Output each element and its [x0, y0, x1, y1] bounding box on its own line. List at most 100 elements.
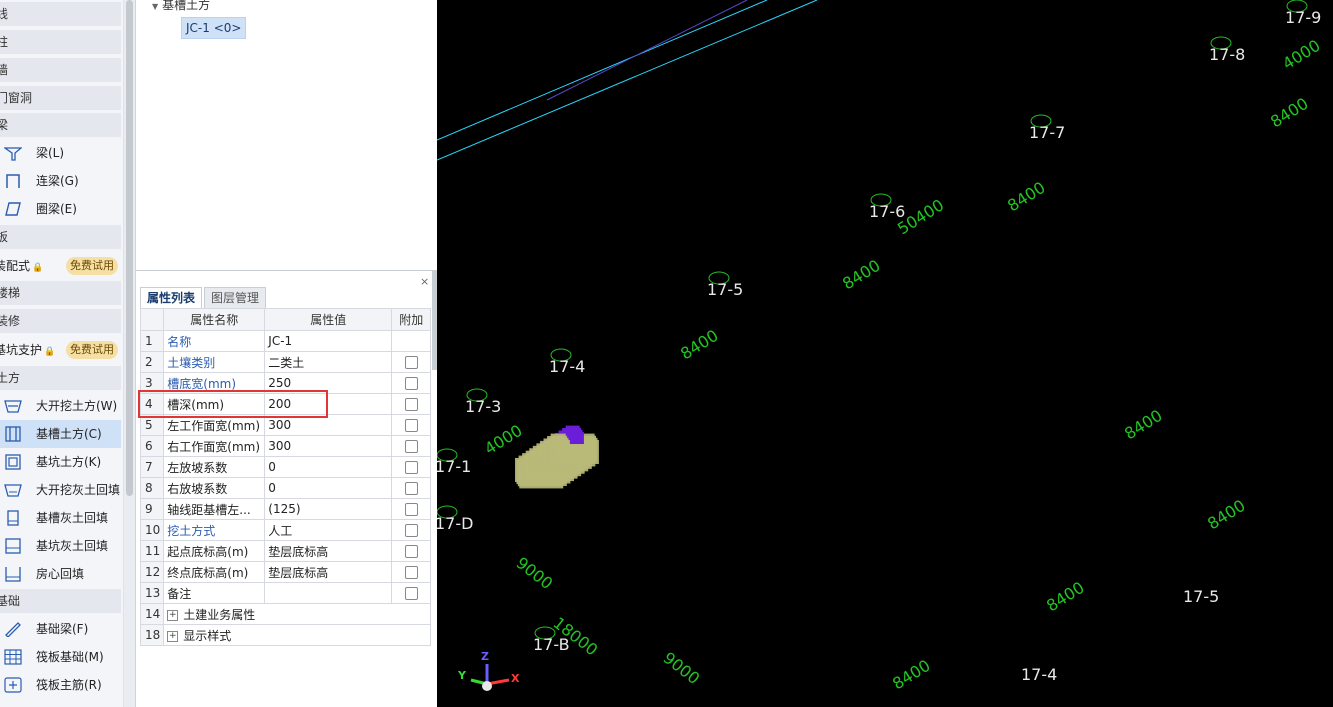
axis-label: 17-3 [465, 397, 501, 416]
tool-pit-backfill[interactable]: 基坑灰土回填 [0, 532, 121, 560]
tool-link-beam[interactable]: 连梁(G) [0, 167, 121, 195]
property-value[interactable]: (125) [264, 498, 393, 520]
section-label: 墙 [0, 63, 9, 77]
table-row[interactable]: 8 右放坡系数 0 [139, 477, 432, 499]
extra-checkbox[interactable] [404, 398, 418, 411]
tool-open-excavation[interactable]: 大开挖土方(W) [0, 392, 121, 420]
property-value[interactable]: 0 [264, 477, 393, 499]
table-row[interactable]: 14 + 土建业务属性 [139, 603, 432, 625]
property-value[interactable]: 0 [264, 456, 393, 478]
tool-trench-earthwork[interactable]: 基槽土方(C) [0, 420, 121, 448]
tool-label: 装配式 🔒 [0, 252, 43, 280]
row-number: 10 [139, 519, 165, 541]
table-row[interactable]: 12 终点底标高(m) 垫层底标高 [139, 561, 432, 583]
property-value[interactable]: 300 [264, 435, 393, 457]
property-value[interactable]: 垫层底标高 [264, 561, 393, 583]
row-number: 2 [139, 351, 165, 373]
beam-icon [4, 147, 22, 161]
free-trial-badge[interactable]: 免费试用 [66, 257, 118, 275]
table-row[interactable]: 9 轴线距基槽左... (125) [139, 498, 432, 520]
tool-beam[interactable]: 梁(L) [0, 139, 121, 167]
column-header-extra: 附加 [391, 308, 432, 331]
table-row[interactable]: 13 备注 [139, 582, 432, 604]
table-row[interactable]: 7 左放坡系数 0 [139, 456, 432, 478]
tool-room-backfill[interactable]: 房心回填 [0, 560, 121, 588]
extra-checkbox[interactable] [404, 377, 418, 390]
property-value[interactable]: 人工 [264, 519, 393, 541]
extra-checkbox[interactable] [404, 482, 418, 495]
expand-icon[interactable]: + [167, 630, 179, 642]
dimension-label: 8400 [1204, 496, 1249, 534]
tree-node-parent[interactable]: ▼ 基槽土方 [152, 0, 210, 13]
group-row[interactable]: + 土建业务属性 [163, 603, 432, 625]
dimension-label: 8400 [839, 256, 884, 294]
expand-icon[interactable]: + [167, 609, 179, 621]
3d-viewport[interactable]: 17-9 17-8 17-7 17-6 17-5 17-4 17-3 17-1 17-D 17-B… [437, 0, 1333, 707]
table-row[interactable]: 2 土壤类别 二类土 [139, 351, 432, 373]
extra-cell [391, 330, 432, 352]
group-row[interactable]: + 显示样式 [163, 624, 432, 646]
table-row[interactable]: 10 挖土方式 人工 [139, 519, 432, 541]
extra-checkbox[interactable] [404, 461, 418, 474]
property-value[interactable] [264, 582, 393, 604]
section-header[interactable]: 梁 [0, 113, 121, 137]
section-header[interactable]: 土方 [0, 366, 121, 390]
grid-line [437, 0, 768, 141]
section-header[interactable]: 门窗洞 [0, 86, 121, 110]
tool-open-backfill[interactable]: 大开挖灰土回填 [0, 476, 121, 504]
tool-raft-foundation[interactable]: 筏板基础(M) [0, 643, 121, 671]
section-header[interactable]: 线 [0, 2, 121, 26]
link-beam-icon [6, 174, 20, 188]
tree-node-selected[interactable]: JC-1 <0> [181, 17, 247, 39]
property-value[interactable]: 垫层底标高 [264, 540, 393, 562]
extra-cell [391, 393, 432, 415]
property-value[interactable]: JC-1 [264, 330, 393, 352]
section-label: 基础 [0, 594, 21, 608]
extra-checkbox[interactable] [404, 524, 418, 537]
extra-checkbox[interactable] [404, 587, 418, 600]
tab-property-list[interactable]: 属性列表 [140, 287, 203, 308]
tool-label: 大开挖土方(W) [36, 399, 118, 413]
tool-pit-earthwork[interactable]: 基坑土方(K) [0, 448, 121, 476]
dimension-label: 8400 [1043, 578, 1088, 616]
extra-checkbox[interactable] [404, 566, 418, 579]
tool-ring-beam[interactable]: 圈梁(E) [0, 195, 121, 223]
axis-label: 17-7 [1029, 123, 1065, 142]
tool-pit-support[interactable]: 基坑支护 🔒 免费试用 [0, 336, 121, 364]
table-row[interactable]: 6 右工作面宽(mm) 300 [139, 435, 432, 457]
tool-label: 基坑灰土回填 [36, 539, 109, 553]
property-value[interactable]: 二类土 [264, 351, 393, 373]
section-header[interactable]: 基础 [0, 589, 121, 613]
view-gizmo[interactable]: Z X Y [457, 650, 527, 702]
extra-cell [391, 372, 432, 394]
section-label: 基坑支护 [0, 343, 43, 357]
free-trial-badge[interactable]: 免费试用 [66, 341, 118, 359]
section-header[interactable]: 板 [0, 225, 121, 249]
extra-checkbox[interactable] [404, 419, 418, 432]
table-row[interactable]: 1 名称 JC-1 [139, 330, 432, 352]
collapse-arrow-icon[interactable]: ▼ [152, 2, 158, 11]
table-row[interactable]: 18 + 显示样式 [139, 624, 432, 646]
scrollbar-thumb[interactable] [126, 0, 133, 496]
table-row[interactable]: 11 起点底标高(m) 垫层底标高 [139, 540, 432, 562]
extra-cell [391, 498, 432, 520]
extra-checkbox[interactable] [404, 545, 418, 558]
tool-label: 筏板主筋(R) [36, 678, 102, 692]
extra-checkbox[interactable] [404, 356, 418, 369]
tab-layer-management[interactable]: 图层管理 [204, 287, 267, 308]
dimension-label: 8400 [1267, 94, 1312, 132]
tool-label: 圈梁(E) [36, 202, 77, 216]
tool-raft-rebar[interactable]: 筏板主筋(R) [0, 671, 121, 699]
section-header[interactable]: 墙 [0, 58, 121, 82]
row-number: 6 [139, 435, 165, 457]
close-icon[interactable]: × [420, 275, 429, 288]
extra-checkbox[interactable] [404, 440, 418, 453]
tool-prefab[interactable]: 装配式 🔒 免费试用 [0, 252, 121, 280]
tool-trench-backfill[interactable]: 基槽灰土回填 [0, 504, 121, 532]
extra-checkbox[interactable] [404, 503, 418, 516]
section-header[interactable]: 柱 [0, 30, 121, 54]
model-canvas[interactable]: 17-917-817-717-617-517-417-317-117-D17-B… [437, 0, 1333, 707]
section-header[interactable]: 楼梯 [0, 281, 121, 305]
section-header[interactable]: 装修 [0, 309, 121, 333]
tool-foundation-beam[interactable]: 基础梁(F) [0, 615, 121, 643]
